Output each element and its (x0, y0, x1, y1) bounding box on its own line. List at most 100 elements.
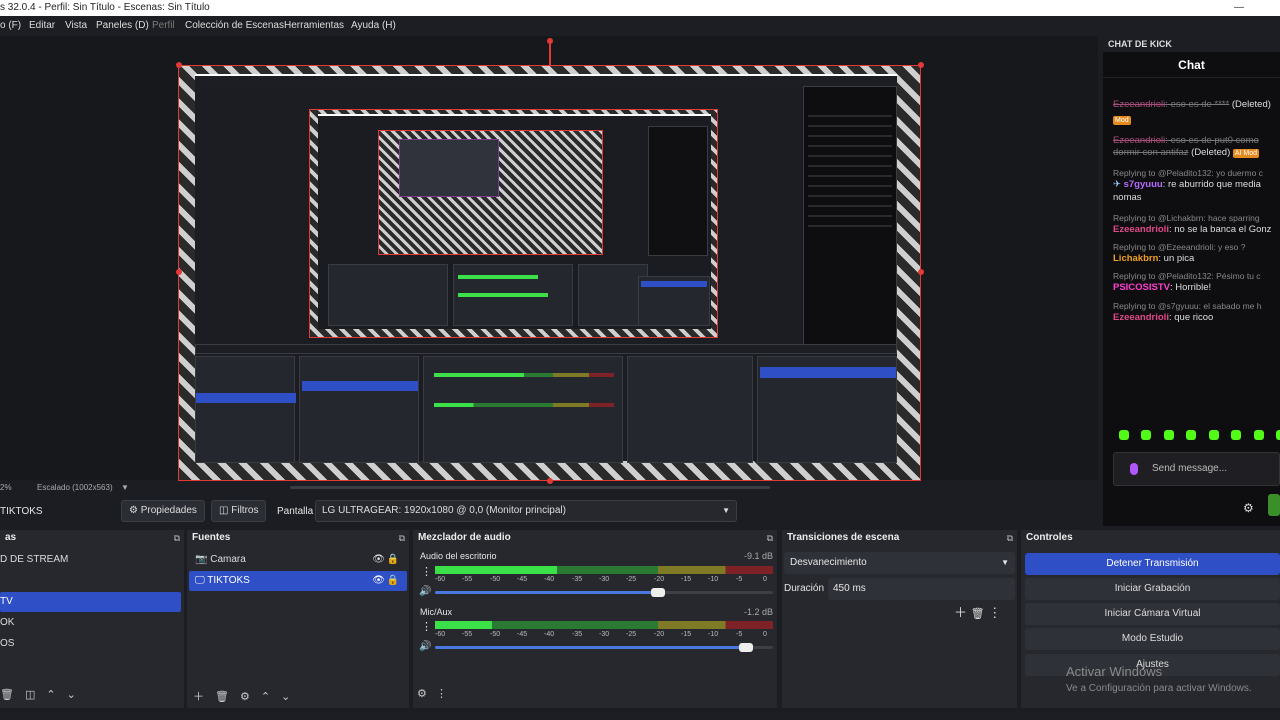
add-icon[interactable]: ＋ (193, 691, 204, 703)
down-icon[interactable]: ⌄ (281, 691, 290, 703)
popout-icon[interactable]: ⧉ (174, 530, 180, 546)
scene-item[interactable]: OS (0, 634, 182, 654)
sources-header: Fuentes ⧉ (187, 530, 409, 546)
remove-icon[interactable]: 🗑 (215, 691, 229, 703)
emote-icon[interactable] (1141, 430, 1151, 440)
gear-icon[interactable]: ⚙ (1243, 501, 1254, 515)
resize-handle-tr[interactable] (918, 62, 924, 68)
meter-tick-label: -15 (681, 576, 692, 583)
preview-scrollbar[interactable] (290, 486, 770, 489)
resize-handle-l[interactable] (176, 269, 182, 275)
captured-sources (299, 356, 419, 463)
menu-help[interactable]: Ayuda (H) (351, 16, 396, 36)
remove-icon[interactable]: 🗑 (971, 608, 985, 620)
popout-icon[interactable]: ⧉ (1007, 530, 1013, 546)
emote-icon[interactable] (1164, 430, 1174, 440)
source-item-camara[interactable]: 📷 Camara 👁 🔒 (189, 550, 407, 570)
channel-menu-icon[interactable]: ⋮ (421, 565, 432, 578)
camera-icon: 📷 (195, 554, 211, 565)
up-icon[interactable]: ⌃ (261, 691, 270, 703)
emote-icon[interactable] (1186, 430, 1196, 440)
menu-file[interactable]: o (F) (0, 16, 21, 36)
remove-icon[interactable]: 🗑 (0, 689, 14, 701)
chat-send-input[interactable]: Send message... (1113, 452, 1280, 486)
meter-tick-label: -25 (626, 631, 637, 638)
chat-emote-icon[interactable] (1130, 463, 1138, 475)
menu-profile[interactable]: Perfil (152, 16, 175, 36)
display-select[interactable]: LG ULTRAGEAR: 1920x1080 @ 0,0 (Monitor p… (315, 500, 737, 522)
nested-preview-deep (378, 130, 603, 255)
meter-tick-label: -30 (599, 576, 610, 583)
filters-label: Filtros (231, 505, 259, 516)
down-icon[interactable]: ⌄ (67, 689, 76, 701)
add-icon[interactable]: ＋ (954, 605, 967, 620)
emote-icon[interactable] (1119, 430, 1129, 440)
chat-username[interactable]: Lichakbrn (1113, 253, 1158, 264)
popout-icon[interactable]: ⧉ (767, 530, 773, 546)
menu-edit[interactable]: Editar (29, 16, 55, 36)
scale-select[interactable]: Escalado (1002x563) (37, 481, 113, 495)
stop-streaming-button[interactable]: Detener Transmisión (1025, 553, 1280, 575)
transitions-dock: Transiciones de escena ⧉ Desvanecimiento … (782, 530, 1017, 708)
volume-knob[interactable] (651, 588, 665, 597)
mixer-menu-icon[interactable]: ⋮ (436, 688, 447, 700)
menu-tools[interactable]: Herramientas (284, 16, 344, 36)
duration-input[interactable]: 450 ms (828, 578, 1015, 600)
minimize-button[interactable]: — (1224, 0, 1254, 16)
transition-select[interactable]: Desvanecimiento ▼ (784, 552, 1015, 574)
chevron-down-icon[interactable]: ▼ (121, 481, 129, 495)
menu-docks[interactable]: Paneles (D) (96, 16, 149, 36)
chat-username[interactable]: PSICOSISTV (1113, 282, 1170, 293)
chat-send-button[interactable] (1268, 494, 1280, 516)
start-virtual-camera-button[interactable]: Iniciar Cámara Virtual (1025, 603, 1280, 625)
chat-username[interactable]: Ezeeandrioli (1113, 312, 1169, 323)
scene-item-selected[interactable]: TV (0, 592, 181, 612)
eye-icon[interactable]: 👁 (372, 550, 385, 570)
menu-scene-collection[interactable]: Colección de Escenas (185, 16, 284, 36)
lock-icon[interactable]: 🔒 (387, 571, 399, 591)
source-name: Camara (210, 554, 246, 565)
captured-mixer (423, 356, 623, 463)
chat-username[interactable]: Ezeeandrioli (1113, 135, 1165, 146)
menu-icon[interactable]: ⋮ (988, 605, 1001, 620)
speaker-icon[interactable]: 🔊 (419, 586, 431, 597)
volume-slider[interactable] (435, 643, 773, 652)
gear-icon[interactable]: ⚙ (240, 691, 250, 703)
resize-handle-r[interactable] (918, 269, 924, 275)
chat-username[interactable]: Ezeeandrioli (1113, 99, 1165, 110)
popout-icon[interactable]: ⧉ (399, 530, 405, 546)
speaker-icon[interactable]: 🔊 (419, 641, 431, 652)
up-icon[interactable]: ⌃ (46, 689, 55, 701)
emote-icon[interactable] (1231, 430, 1241, 440)
filters-button[interactable]: ◫ Filtros (211, 500, 267, 522)
captured-stop-button (760, 367, 896, 378)
resize-handle-tl[interactable] (176, 62, 182, 68)
filter-icon[interactable]: ◫ (25, 689, 35, 701)
advanced-audio-icon[interactable]: ⚙ (417, 688, 427, 700)
eye-icon[interactable]: 👁 (372, 571, 385, 591)
chat-reply: Replying to @Ezeeandrioli: y eso ? (1113, 242, 1246, 252)
emote-icon[interactable] (1276, 430, 1280, 440)
emote-icon[interactable] (1209, 430, 1219, 440)
volume-knob[interactable] (739, 643, 753, 652)
meter-tick-label: -30 (599, 631, 610, 638)
emote-icon[interactable] (1254, 430, 1264, 440)
preview-source-tiktoks[interactable] (178, 65, 921, 481)
rotation-handle[interactable] (547, 38, 553, 44)
scene-item[interactable]: OK (0, 613, 182, 633)
channel-menu-icon[interactable]: ⋮ (421, 620, 432, 633)
start-recording-button[interactable]: Iniciar Grabación (1025, 578, 1280, 600)
volume-slider[interactable] (435, 588, 773, 597)
chat-username[interactable]: Ezeeandrioli (1113, 224, 1169, 235)
scene-item[interactable]: D DE STREAM (0, 550, 182, 570)
properties-button[interactable]: ⚙ Propiedades (121, 500, 205, 522)
transition-value: Desvanecimiento (790, 557, 867, 568)
source-item-tiktoks[interactable]: 🖵 TIKTOKS 👁 🔒 (189, 571, 407, 591)
chat-username[interactable]: s7gyuuu (1124, 179, 1163, 190)
menu-view[interactable]: Vista (65, 16, 87, 36)
scene-item[interactable] (0, 571, 182, 591)
kick-chat-dock: CHAT DE KICK Chat Ezeeandrioli: eso es d… (1103, 36, 1280, 526)
chevron-down-icon: ▼ (722, 506, 730, 515)
lock-icon[interactable]: 🔒 (387, 550, 399, 570)
studio-mode-button[interactable]: Modo Estudio (1025, 628, 1280, 650)
